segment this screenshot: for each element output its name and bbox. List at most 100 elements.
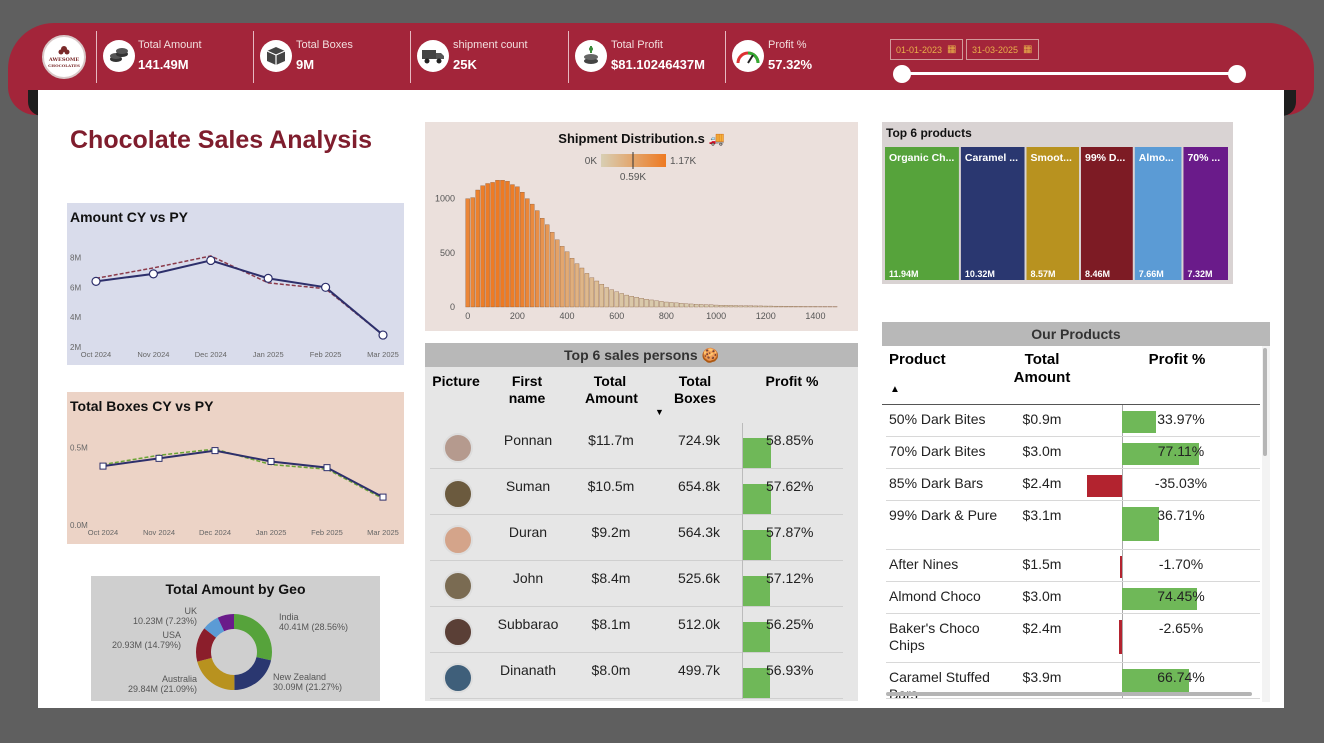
histogram-bar bbox=[773, 305, 778, 308]
column-header-first-name[interactable]: First name bbox=[487, 373, 567, 407]
table-row[interactable]: Ponnan $11.7m 724.9k 58.85% bbox=[430, 423, 843, 469]
data-point bbox=[267, 457, 275, 465]
histogram-bar bbox=[520, 192, 525, 308]
histogram-bar bbox=[540, 218, 545, 308]
histogram-bar bbox=[465, 198, 470, 308]
histogram-bar bbox=[713, 304, 719, 308]
x-tick-label: Oct 2024 bbox=[88, 528, 118, 537]
histogram-bar bbox=[753, 305, 759, 308]
histogram-bar bbox=[500, 180, 505, 308]
y-tick-label: 4M bbox=[70, 313, 81, 322]
column-header-profit[interactable]: Profit % bbox=[1122, 351, 1232, 368]
histogram-bar bbox=[584, 273, 590, 308]
horizontal-scrollbar[interactable] bbox=[886, 692, 1252, 696]
histogram-bar bbox=[619, 293, 624, 308]
histogram-bar bbox=[654, 300, 659, 308]
person-amount: $11.7m bbox=[588, 432, 634, 448]
table-row[interactable]: After Nines $1.5m -1.70% bbox=[886, 550, 1260, 582]
histogram-bar bbox=[733, 305, 739, 308]
histogram-bar bbox=[664, 301, 669, 308]
column-header-total-boxes[interactable]: Total Boxes bbox=[653, 373, 737, 407]
product-name: 70% Dark Bites bbox=[889, 443, 986, 459]
product-tile-value: 7.32M bbox=[1187, 269, 1212, 279]
histogram-bar bbox=[758, 305, 763, 308]
person-name: Ponnan bbox=[503, 432, 553, 448]
table-row[interactable]: Duran $9.2m 564.3k 57.87% bbox=[430, 515, 843, 561]
histogram-bar bbox=[718, 305, 724, 308]
table-row[interactable]: Dinanath $8.0m 499.7k 56.93% bbox=[430, 653, 843, 699]
x-tick-label: 1400 bbox=[805, 311, 825, 321]
histogram-bar bbox=[703, 304, 709, 308]
kpi-label-amount: Total Amount bbox=[138, 39, 202, 51]
product-tile-label: 70% ... bbox=[1187, 152, 1220, 164]
person-name: Dinanath bbox=[499, 662, 557, 678]
table-row[interactable]: John $8.4m 525.6k 57.12% bbox=[430, 561, 843, 607]
histogram-bar bbox=[554, 239, 560, 308]
histogram-bar bbox=[808, 306, 813, 308]
box-icon bbox=[260, 40, 292, 72]
histogram-bar bbox=[515, 186, 520, 308]
histogram-bar bbox=[475, 189, 480, 308]
donut-label-name: New Zealand bbox=[273, 672, 326, 682]
table-row[interactable]: 70% Dark Bites $3.0m 77.11% bbox=[886, 437, 1260, 469]
histogram-bar bbox=[708, 304, 714, 308]
person-amount: $8.0m bbox=[591, 662, 631, 678]
profit-value: 57.87% bbox=[766, 524, 814, 540]
y-tick-label: 6M bbox=[70, 283, 81, 292]
date-slider-track[interactable] bbox=[902, 72, 1238, 75]
table-row[interactable]: 50% Dark Bites $0.9m 33.97% bbox=[886, 405, 1260, 437]
histogram-bar bbox=[793, 306, 798, 308]
logo-text-2: CHOCOLATES bbox=[48, 63, 80, 68]
sales-persons-panel[interactable]: Top 6 sales persons 🍪 Picture First name… bbox=[425, 343, 858, 701]
shipment-histogram-panel[interactable]: Shipment Distribution.s 🚚 0K 1.17K 0.59K 10… bbox=[425, 122, 858, 331]
x-tick-label: 0 bbox=[465, 311, 470, 321]
data-point bbox=[378, 330, 388, 340]
table-row[interactable]: Suman $10.5m 654.8k 57.62% bbox=[430, 469, 843, 515]
table-row[interactable]: Subbarao $8.1m 512.0k 56.25% bbox=[430, 607, 843, 653]
column-header-picture[interactable]: Picture bbox=[425, 373, 487, 389]
histogram-bar bbox=[803, 306, 808, 308]
data-point bbox=[155, 454, 163, 462]
start-date-input[interactable]: 01-01-2023 ▦ bbox=[890, 39, 963, 60]
column-header-product[interactable]: Product bbox=[889, 351, 946, 368]
histogram-bar bbox=[629, 296, 634, 308]
column-header-profit[interactable]: Profit % bbox=[737, 373, 847, 389]
geo-donut-panel[interactable]: Total Amount by Geo India 40.41M (28.56%)… bbox=[91, 576, 380, 701]
date-slider-end-handle[interactable] bbox=[1228, 65, 1246, 83]
donut-label-value: 29.84M (21.09%) bbox=[128, 684, 197, 694]
table-row[interactable]: Baker's Choco Chips $2.4m -2.65% bbox=[886, 614, 1260, 663]
product-amount: $3.9m bbox=[1022, 669, 1062, 685]
sort-asc-icon[interactable]: ▲ bbox=[890, 384, 900, 395]
profit-value: 57.62% bbox=[766, 478, 814, 494]
product-tile-value: 8.46M bbox=[1085, 269, 1110, 279]
products-panel[interactable]: Our Products Product ▲ Total Amount Prof… bbox=[882, 322, 1270, 702]
column-header-amount[interactable]: Total Amount bbox=[1008, 351, 1076, 387]
end-date-input[interactable]: 31-03-2025 ▦ bbox=[966, 39, 1039, 60]
avatar bbox=[443, 663, 473, 693]
kpi-divider bbox=[253, 31, 254, 83]
table-row[interactable]: Almond Choco $3.0m 74.45% bbox=[886, 582, 1260, 614]
histogram-bar bbox=[599, 284, 605, 308]
calendar-icon[interactable]: ▦ bbox=[1023, 44, 1032, 55]
table-row[interactable]: 85% Dark Bars $2.4m -35.03% bbox=[886, 469, 1260, 501]
sort-desc-icon[interactable]: ▼ bbox=[655, 407, 664, 417]
column-header-total-amount[interactable]: Total Amount bbox=[567, 373, 653, 407]
histogram-bar bbox=[634, 297, 639, 308]
x-tick-label: Jan 2025 bbox=[256, 528, 287, 537]
histogram-bar bbox=[470, 197, 475, 308]
donut-label-name: Australia bbox=[162, 674, 197, 684]
x-tick-label: 400 bbox=[560, 311, 575, 321]
date-slider-start-handle[interactable] bbox=[893, 65, 911, 83]
amount-line-chart: 8M 6M 4M 2MOct 2024 Nov 2024 Dec 2024 Jan 2025… bbox=[70, 253, 399, 359]
top-products-panel[interactable]: Top 6 products Organic Ch... 11.94M Carame… bbox=[882, 122, 1233, 284]
boxes-line-chart-panel[interactable]: Total Boxes CY vs PY 0.5M 0.0M Oct 2024 Nov… bbox=[67, 392, 404, 544]
profit-value: 58.85% bbox=[766, 432, 814, 448]
product-tile-value: 11.94M bbox=[889, 269, 919, 279]
amount-line-chart-panel[interactable]: Amount CY vs PY 8M 6M 4M 2M Oct 2024 Nov 2024… bbox=[67, 203, 404, 365]
profit-value: 74.45% bbox=[1157, 588, 1205, 604]
product-tile bbox=[885, 147, 959, 280]
table-row[interactable]: 99% Dark & Pure $3.1m 36.71% bbox=[886, 501, 1260, 550]
calendar-icon[interactable]: ▦ bbox=[947, 44, 956, 55]
kpi-divider bbox=[410, 31, 411, 83]
vertical-scrollbar[interactable] bbox=[1263, 348, 1267, 456]
